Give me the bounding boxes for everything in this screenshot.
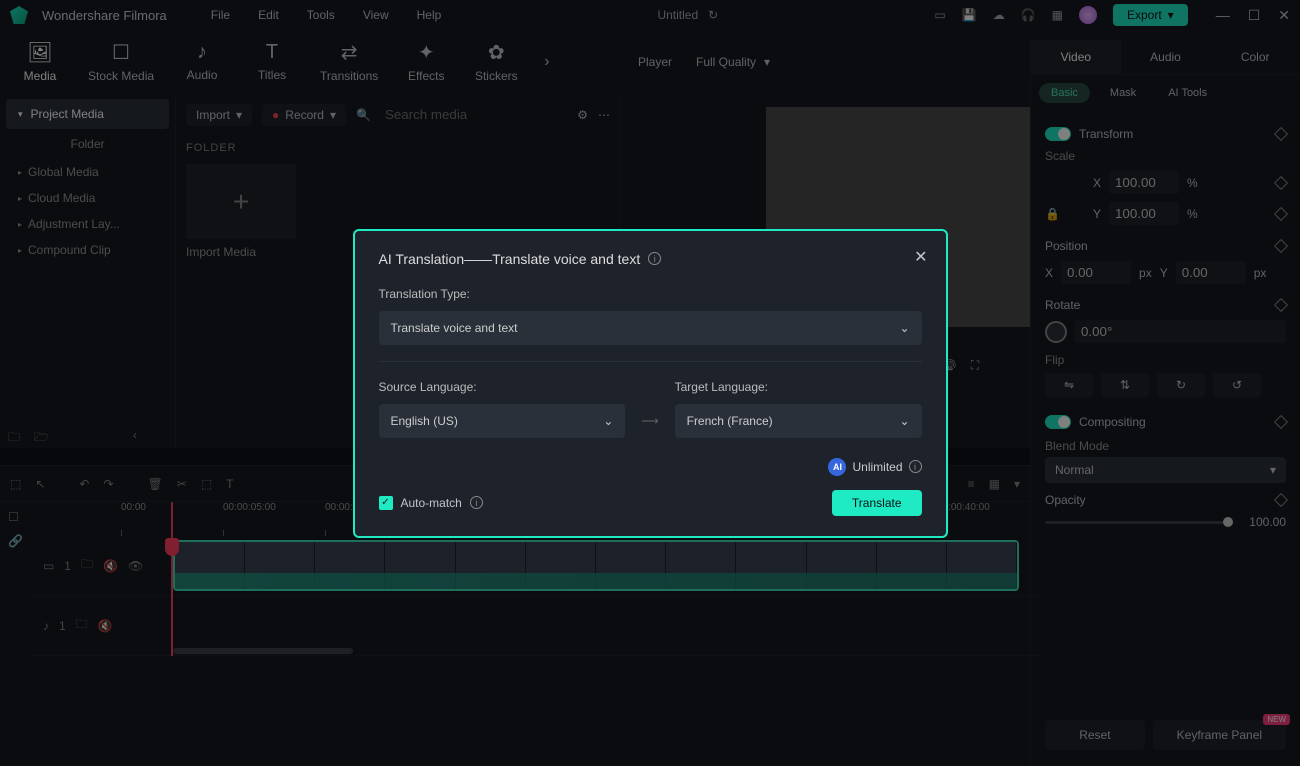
- target-language-label: Target Language:: [675, 380, 922, 394]
- automatch-checkbox[interactable]: ✓: [379, 496, 393, 510]
- translation-type-select[interactable]: Translate voice and text ⌄: [379, 311, 922, 345]
- ai-badge-icon: AI: [828, 458, 846, 476]
- source-language-select[interactable]: English (US) ⌄: [379, 404, 626, 438]
- automatch-label: Auto-match: [401, 496, 462, 510]
- chevron-down-icon: ⌄: [899, 321, 909, 335]
- chevron-down-icon: ⌄: [899, 414, 909, 428]
- translate-button[interactable]: Translate: [832, 490, 922, 516]
- target-language-select[interactable]: French (France) ⌄: [675, 404, 922, 438]
- modal-overlay: AI Translation——Translate voice and text…: [0, 0, 1300, 766]
- chevron-down-icon: ⌄: [603, 414, 613, 428]
- modal-title: AI Translation——Translate voice and text: [379, 251, 641, 267]
- info-icon[interactable]: i: [909, 460, 922, 473]
- translation-type-label: Translation Type:: [379, 287, 922, 301]
- close-icon[interactable]: ✕: [914, 247, 927, 267]
- info-icon[interactable]: i: [648, 252, 661, 265]
- info-icon[interactable]: i: [470, 496, 483, 509]
- source-language-label: Source Language:: [379, 380, 626, 394]
- arrow-right-icon: ⟶: [641, 414, 658, 438]
- unlimited-label: Unlimited: [852, 460, 902, 474]
- ai-translation-modal: AI Translation——Translate voice and text…: [353, 229, 948, 538]
